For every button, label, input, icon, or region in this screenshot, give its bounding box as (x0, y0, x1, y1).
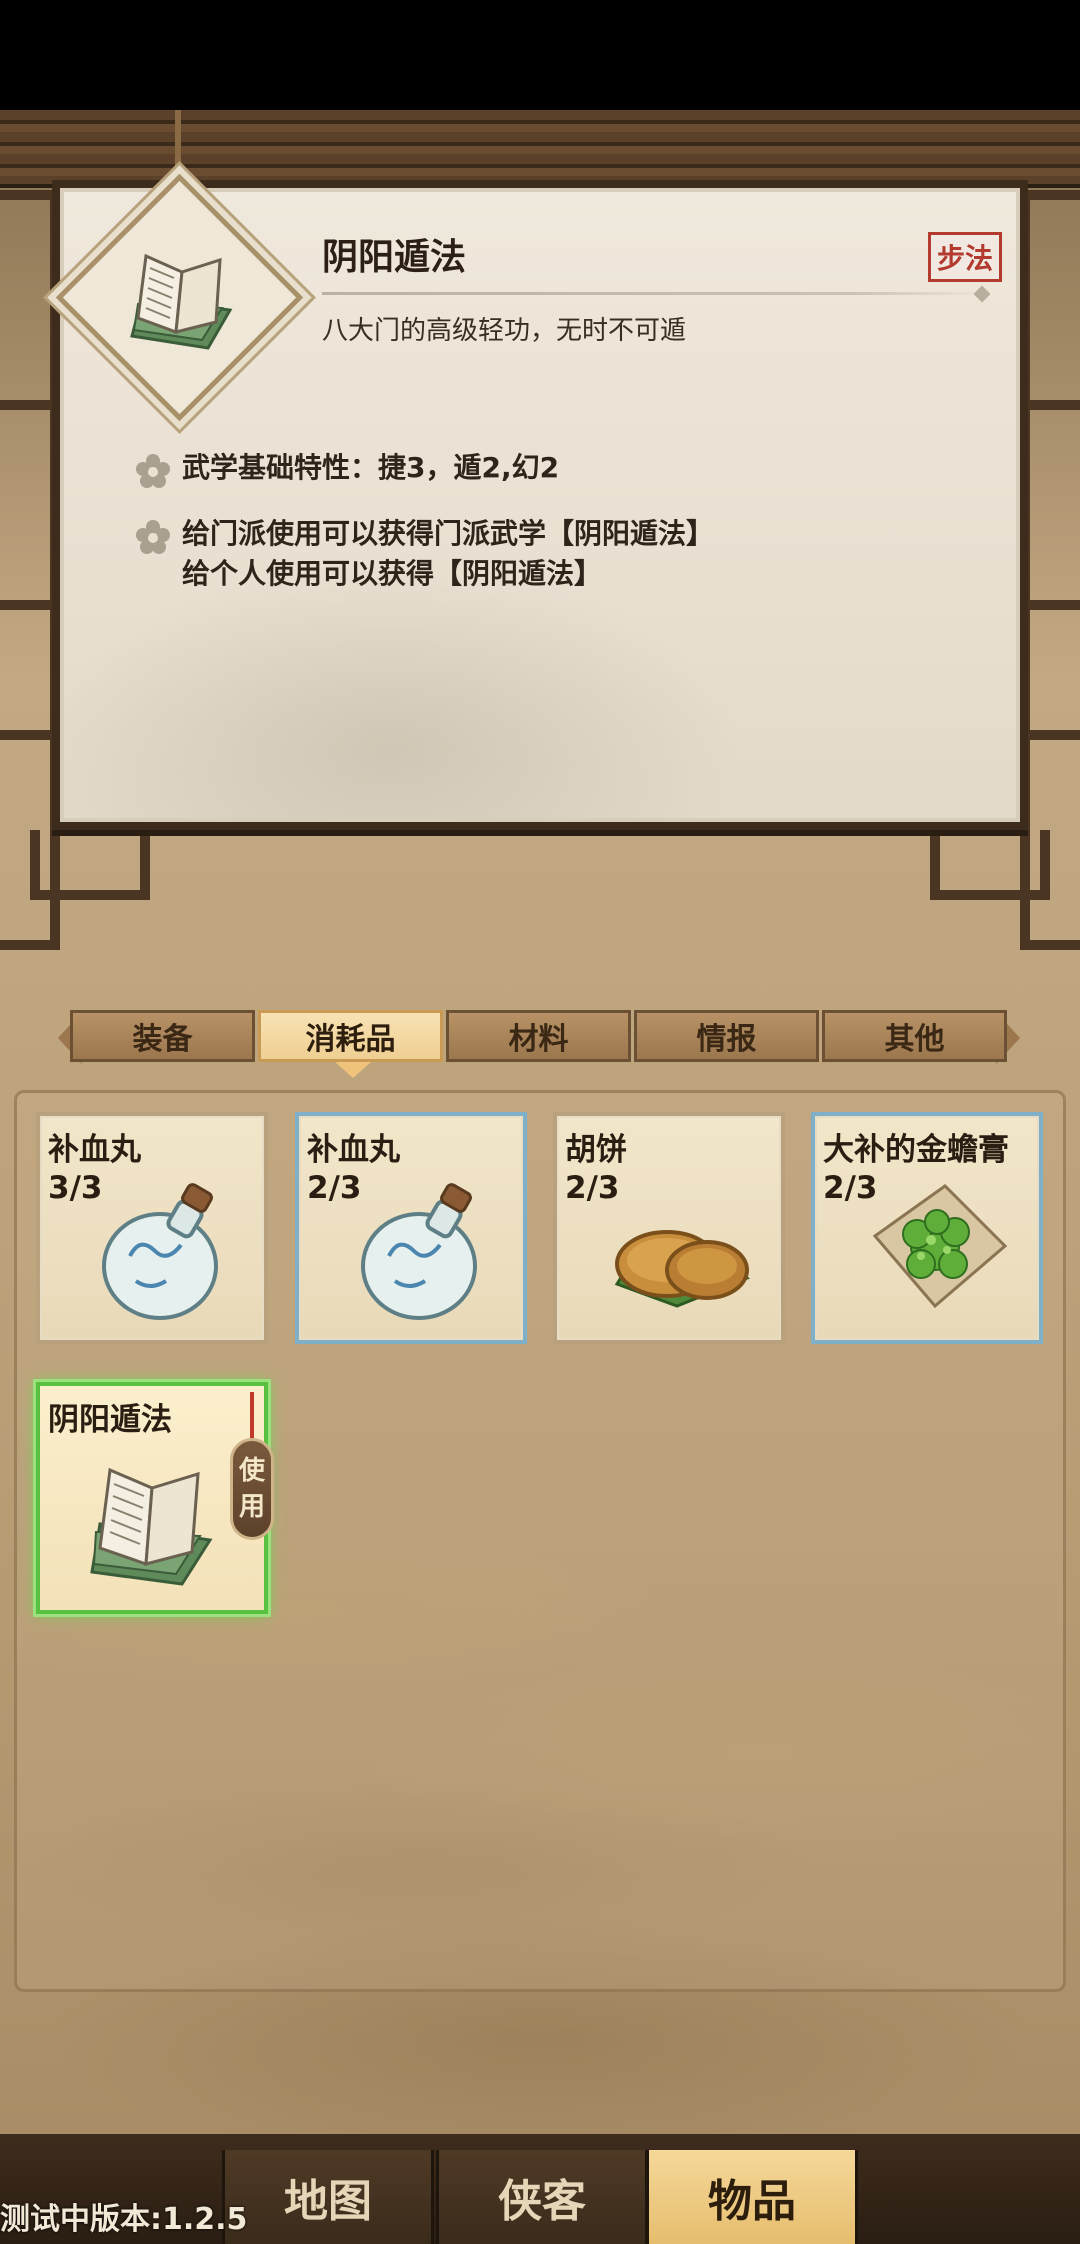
use-button[interactable]: 使 用 (230, 1438, 274, 1540)
window-lattice-bar (0, 600, 60, 610)
martial-manual-book-icon (90, 1467, 213, 1586)
title-divider (322, 292, 986, 295)
flower-bullet-icon (136, 454, 170, 488)
tab-intel[interactable]: 情报 (634, 1010, 819, 1062)
category-tab-bar: 装备 消耗品 材料 情报 其他 (58, 1010, 1020, 1066)
window-lattice-bottom-right (930, 830, 1050, 900)
martial-manual-book-icon (130, 253, 233, 350)
inventory-slot[interactable]: 大补的金蟾膏 2/3 (811, 1112, 1043, 1344)
nav-items[interactable]: 物品 (646, 2150, 858, 2244)
tab-other[interactable]: 其他 (822, 1010, 1007, 1062)
property-line: 给门派使用可以获得门派武学【阴阳遁法】 (182, 517, 715, 550)
use-tag-string (250, 1392, 254, 1442)
item-description: 八大门的高级轻功，无时不可遁 (322, 316, 687, 346)
flatbread-icon (614, 1230, 750, 1308)
inventory-slot[interactable]: 补血丸 3/3 (36, 1112, 268, 1344)
herbal-paste-icon (872, 1184, 1008, 1309)
use-button-label: 用 (238, 1492, 265, 1522)
slot-item-name: 大补的金蟾膏 (823, 1132, 1009, 1168)
porcelain-bottle-icon (102, 1183, 218, 1320)
tab-materials[interactable]: 材料 (446, 1010, 631, 1062)
window-lattice-bar (1020, 730, 1080, 740)
version-label: 测试中版本:1.2.5 (0, 2202, 248, 2237)
use-button-label: 使 (238, 1456, 265, 1486)
window-lattice-bar (0, 730, 60, 740)
tab-equipment[interactable]: 装备 (70, 1010, 255, 1062)
window-lattice-bar (0, 400, 60, 410)
nav-map[interactable]: 地图 (222, 2150, 434, 2244)
flower-bullet-icon (136, 520, 170, 554)
property-line: 给个人使用可以获得【阴阳遁法】 (182, 557, 603, 590)
inventory-slot[interactable]: 胡饼 2/3 (553, 1112, 785, 1344)
tab-consumables[interactable]: 消耗品 (258, 1010, 443, 1062)
window-lattice-bar (1020, 600, 1080, 610)
slot-item-name: 阴阳遁法 (48, 1402, 172, 1438)
nav-heroes[interactable]: 侠客 (436, 2150, 648, 2244)
item-title: 阴阳遁法 (322, 237, 467, 278)
item-type-badge: 步法 (928, 232, 1003, 282)
window-lattice-bar (1020, 400, 1080, 410)
active-tab-pointer (335, 1062, 371, 1078)
window-lattice-bottom-left (30, 830, 150, 900)
slot-item-name: 胡饼 (565, 1132, 627, 1168)
slot-item-name: 补血丸 (48, 1132, 141, 1168)
property-line: 武学基础特性：捷3，遁2,幻2 (182, 451, 560, 484)
status-bar (0, 0, 1080, 110)
slot-item-name: 补血丸 (307, 1132, 400, 1168)
roof-beams (0, 110, 1080, 188)
inventory-slot[interactable]: 补血丸 2/3 (295, 1112, 527, 1344)
porcelain-bottle-icon (361, 1183, 477, 1320)
